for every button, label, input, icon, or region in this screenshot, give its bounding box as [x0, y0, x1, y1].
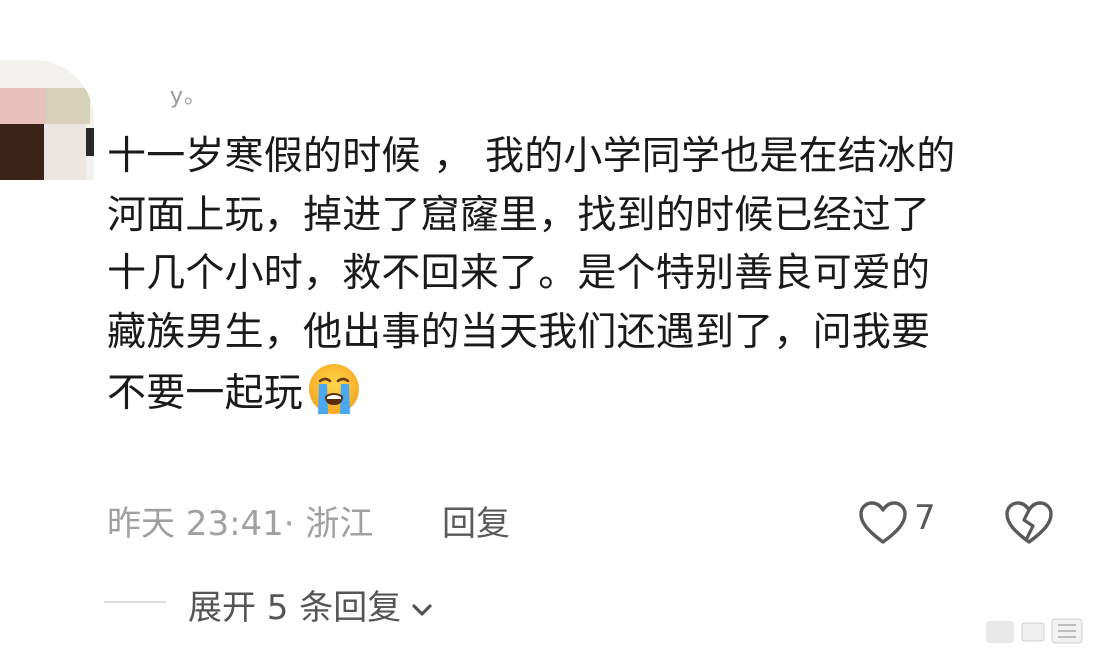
loudly-crying-face-icon [307, 362, 361, 416]
broken-heart-icon [1005, 501, 1053, 544]
dislike-button[interactable] [1004, 500, 1054, 546]
like-button[interactable] [858, 500, 908, 546]
replies-divider [104, 601, 166, 603]
expand-replies-label: 展开 5 条回复 [188, 588, 402, 628]
comment-time-location: 昨天 23:41· 浙江 [107, 504, 374, 544]
chevron-down-icon [409, 592, 435, 618]
comment-page: y。 十一岁寒假的时候 ， 我的小学同学也是在结冰的 河面上玩，掉进了窟窿里，找… [0, 0, 1104, 663]
avatar[interactable] [0, 60, 94, 180]
comment-line: 藏族男生，他出事的当天我们还遇到了，问我要 [107, 309, 931, 355]
heart-outline-icon [859, 501, 907, 544]
comment-text: 十一岁寒假的时候 ， 我的小学同学也是在结冰的 河面上玩，掉进了窟窿里，找到的时… [107, 128, 1067, 424]
comment-line-last: 不要一起玩 [107, 362, 1067, 424]
comment-line: 十几个小时，救不回来了。是个特别善良可爱的 [107, 251, 931, 297]
comment-line: 不要一起玩 [107, 371, 304, 417]
bottom-toolbar-fragment [986, 615, 1086, 645]
username[interactable]: y。 [170, 78, 207, 110]
expand-replies-button[interactable]: 展开 5 条回复 [188, 580, 435, 629]
comment-line: 十一岁寒假的时候 ， 我的小学同学也是在结冰的 [107, 134, 956, 179]
like-count: 7 [914, 498, 936, 538]
comment-line: 河面上玩，掉进了窟窿里，找到的时候已经过了 [107, 192, 931, 238]
reply-button[interactable]: 回复 [442, 496, 510, 545]
